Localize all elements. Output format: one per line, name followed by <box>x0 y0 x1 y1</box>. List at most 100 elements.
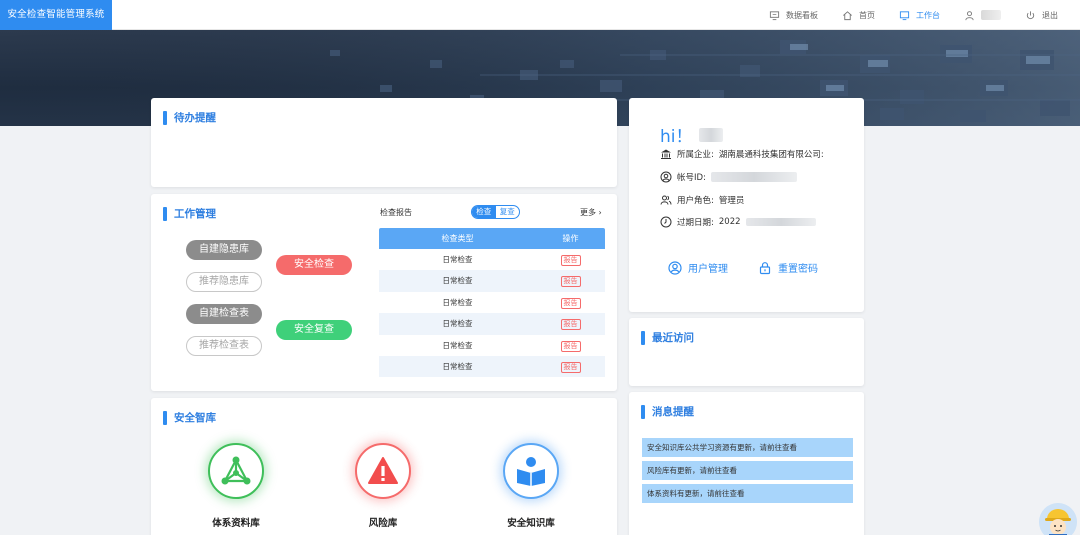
worker-avatar-icon <box>1039 503 1077 535</box>
home-icon <box>843 10 852 20</box>
user-circle-icon <box>668 260 682 275</box>
account-label: 帐号ID: <box>677 173 706 183</box>
title-accent-bar <box>641 330 645 345</box>
todo-card: 待办提醒 <box>151 98 617 187</box>
nav-home[interactable]: 首页 <box>842 10 875 21</box>
app-title[interactable]: 安全检查智能管理系统 <box>0 0 112 30</box>
recommend-checklist-button[interactable]: 推荐检查表 <box>186 336 262 356</box>
toggle-check[interactable]: 检查 <box>472 206 496 218</box>
work-title: 工作管理 <box>163 206 216 221</box>
library-title-text: 安全智库 <box>174 412 216 424</box>
reset-password-label: 重置密码 <box>778 264 818 275</box>
recent-card: 最近访问 <box>629 318 864 386</box>
user-manage-button[interactable]: 用户管理 <box>668 260 728 275</box>
row-action-cell: 报告 <box>536 292 605 313</box>
network-icon <box>221 456 251 485</box>
nav-workbench[interactable]: 工作台 <box>899 10 940 21</box>
report-label: 检查报告 <box>380 208 412 217</box>
library-label-knowledge: 安全知识库 <box>507 518 555 529</box>
table-body: 日常检查 报告 日常检查 报告 日常检查 报告 日常检查 报告 日常检查 报告 日常检查报… <box>379 249 605 378</box>
expire-value: 2022 <box>718 217 741 227</box>
expire-date-blurred <box>745 218 816 226</box>
user-manage-label: 用户管理 <box>688 264 728 275</box>
library-item-risk[interactable] <box>355 443 411 499</box>
title-accent-bar <box>163 110 167 125</box>
title-accent-bar <box>641 404 645 419</box>
table-row: 日常检查 报告 <box>379 313 605 335</box>
messages-title-text: 消息提醒 <box>652 406 694 418</box>
row-type: 日常检查 <box>442 255 473 264</box>
row-action-cell: 报告 <box>536 270 605 291</box>
nav-workbench-label: 工作台 <box>916 10 940 20</box>
role-value: 管理员 <box>718 196 745 206</box>
desktop-icon <box>899 10 910 20</box>
report-button[interactable]: 报告 <box>560 340 581 352</box>
title-accent-bar <box>163 410 167 425</box>
message-item[interactable]: 体系资料有更新，请前往查看 <box>642 484 853 503</box>
messages-title: 消息提醒 <box>641 404 694 419</box>
nav-dashboard-label: 数据看板 <box>786 10 818 20</box>
row-type: 日常检查 <box>442 319 473 329</box>
recent-title-text: 最近访问 <box>652 332 694 344</box>
safety-check-button[interactable]: 安全检查 <box>276 255 352 275</box>
user-name-blurred <box>981 10 1001 20</box>
warning-icon <box>368 457 398 484</box>
todo-title: 待办提醒 <box>163 110 216 125</box>
row-type: 日常检查 <box>442 276 473 286</box>
nav-logout[interactable]: 退出 <box>1025 10 1058 21</box>
report-button[interactable]: 报告 <box>560 276 581 288</box>
library-item-knowledge[interactable] <box>503 443 559 499</box>
role-label: 用户角色: <box>677 196 714 206</box>
nav-home-label: 首页 <box>859 10 875 20</box>
nav-user[interactable] <box>964 10 1001 21</box>
message-item[interactable]: 风险库有更新，请前往查看 <box>642 461 853 480</box>
row-type: 日常检查 <box>442 340 473 350</box>
bank-icon <box>661 149 671 159</box>
expire-label: 过期日期: <box>677 218 714 228</box>
todo-title-text: 待办提醒 <box>174 112 216 124</box>
table-row: 日常检查 报告 <box>379 270 605 292</box>
reader-icon <box>517 457 545 486</box>
self-checklist-button[interactable]: 自建检查表 <box>186 304 262 324</box>
report-button[interactable]: 报告 <box>560 255 581 266</box>
row-action-cell: 报告 <box>536 335 605 356</box>
column-header: 操作 <box>562 234 579 243</box>
company-value: 湖南晨通科技集团有限公司: <box>718 150 824 160</box>
row-action-cell: 报告 <box>536 356 605 377</box>
table-row: 日常检查 报告 <box>379 291 605 314</box>
assistant-avatar[interactable] <box>1039 503 1077 535</box>
account-id-blurred <box>710 172 797 182</box>
table-header: 检查类型 操作 <box>379 228 605 249</box>
report-button[interactable]: 报告 <box>560 297 581 309</box>
check-recheck-toggle: 检查 复查 <box>471 205 520 219</box>
top-nav: 数据看板 首页 工作台 退出 <box>745 0 1058 30</box>
safety-recheck-button[interactable]: 安全复查 <box>276 320 352 340</box>
company-row: 所属企业: 湖南晨通科技集团有限公司: <box>660 148 824 160</box>
message-item[interactable]: 安全知识库公共学习资源有更新，请前往查看 <box>642 438 853 457</box>
library-item-system-docs[interactable] <box>208 443 264 499</box>
row-action-cell: 报告 <box>536 313 605 334</box>
row-type: 日常检查 <box>442 361 473 371</box>
table-row: 日常检查 报告 <box>379 249 605 271</box>
report-button[interactable]: 报告 <box>560 319 581 331</box>
more-link[interactable]: 更多 › <box>580 207 602 218</box>
nav-dashboard[interactable]: 数据看板 <box>769 10 818 21</box>
recommend-hazard-button[interactable]: 推荐隐患库 <box>186 272 262 292</box>
power-icon <box>1026 10 1035 19</box>
title-accent-bar <box>163 206 167 221</box>
report-button[interactable]: 报告 <box>560 361 581 373</box>
recent-title: 最近访问 <box>641 330 694 345</box>
reset-password-button[interactable]: 重置密码 <box>758 260 818 275</box>
column-header: 检查类型 <box>441 234 474 243</box>
work-title-text: 工作管理 <box>174 208 216 220</box>
user-name-blurred <box>698 127 723 142</box>
expire-row: 过期日期: 2022 <box>660 216 816 228</box>
clock-icon <box>660 216 672 228</box>
monitor-icon <box>769 10 780 20</box>
self-hazard-button[interactable]: 自建隐患库 <box>186 240 262 260</box>
toggle-recheck[interactable]: 复查 <box>496 206 520 218</box>
account-row: 帐号ID: <box>660 171 797 183</box>
users-icon <box>660 195 672 205</box>
role-row: 用户角色: 管理员 <box>660 194 744 206</box>
company-label: 所属企业: <box>677 150 714 160</box>
